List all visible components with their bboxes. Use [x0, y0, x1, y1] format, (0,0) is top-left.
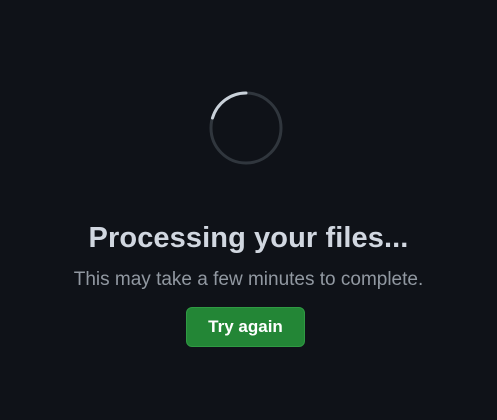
- processing-subtitle: This may take a few minutes to complete.: [73, 269, 424, 290]
- try-again-button[interactable]: Try again: [186, 307, 305, 347]
- processing-screen: Processing your files... This may take a…: [0, 0, 497, 420]
- loading-spinner-icon: [209, 91, 283, 165]
- processing-title: Processing your files...: [88, 222, 409, 254]
